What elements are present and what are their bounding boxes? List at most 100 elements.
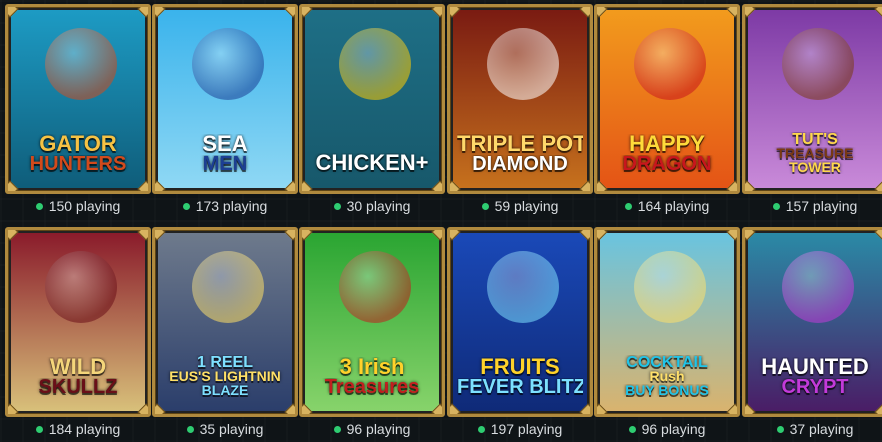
sailor-icon	[192, 28, 264, 100]
online-dot-icon	[477, 426, 485, 433]
game-thumbnail[interactable]: HAPPY DRAGON	[594, 4, 740, 194]
online-dot-icon	[182, 203, 190, 210]
game-tile[interactable]: HAPPY DRAGON 164 playing	[594, 4, 740, 219]
ghost-icon	[782, 251, 854, 323]
online-dot-icon	[333, 426, 341, 433]
zeus-icon	[192, 251, 264, 323]
game-title: GATOR HUNTERS	[15, 134, 141, 174]
game-title-line: 3 Irish	[339, 357, 405, 378]
game-artwork: FRUITS FEVER BLITZ	[453, 233, 587, 411]
game-tile[interactable]: WILD SKULLZ 184 playing	[5, 227, 151, 442]
game-artwork: COCKTAIL Rush BUY BONUS	[600, 233, 734, 411]
game-title: CHICKEN+	[309, 153, 435, 174]
game-title-line: EUS'S LIGHTNIN	[169, 370, 281, 384]
game-thumbnail[interactable]: 1 REEL EUS'S LIGHTNIN BLAZE	[152, 227, 298, 417]
game-tile[interactable]: HAUNTED CRYPT 37 playing	[742, 227, 882, 442]
game-thumbnail[interactable]: CHICKEN+	[299, 4, 445, 194]
dragon-icon	[487, 28, 559, 100]
game-tile[interactable]: FRUITS FEVER BLITZ 197 playing	[447, 227, 593, 442]
game-title-line: SEA	[202, 134, 248, 155]
game-artwork: 3 Irish Treasures	[305, 233, 439, 411]
game-title-line: DIAMOND	[472, 155, 568, 174]
game-tile[interactable]: TRIPLE POT DIAMOND 59 playing	[447, 4, 593, 219]
online-dot-icon	[35, 203, 43, 210]
game-artwork: CHICKEN+	[305, 10, 439, 188]
game-title-line: TUT'S	[792, 132, 838, 148]
game-thumbnail[interactable]: COCKTAIL Rush BUY BONUS	[594, 227, 740, 417]
players-count-label: 184 playing	[48, 421, 121, 437]
game-title-line: DRAGON	[622, 155, 712, 174]
players-count: 37 playing	[742, 419, 882, 439]
players-count: 59 playing	[447, 196, 593, 216]
game-title: HAPPY DRAGON	[604, 134, 730, 174]
game-thumbnail[interactable]: HAUNTED CRYPT	[742, 227, 882, 417]
game-artwork: WILD SKULLZ	[11, 233, 145, 411]
players-count: 197 playing	[447, 419, 593, 439]
players-count: 35 playing	[152, 419, 298, 439]
cocktail-icon	[634, 251, 706, 323]
game-tile[interactable]: 1 REEL EUS'S LIGHTNIN BLAZE 35 playing	[152, 227, 298, 442]
game-title-line: COCKTAIL	[626, 355, 708, 371]
game-title: FRUITS FEVER BLITZ	[457, 357, 583, 397]
game-title-line: BUY BONUS	[625, 383, 709, 397]
game-thumbnail[interactable]: WILD SKULLZ	[5, 227, 151, 417]
online-dot-icon	[776, 426, 784, 433]
game-thumbnail[interactable]: SEA MEN	[152, 4, 298, 194]
players-count-label: 30 playing	[346, 198, 411, 214]
game-title-line: MEN	[202, 155, 248, 174]
online-dot-icon	[628, 426, 636, 433]
game-title: SEA MEN	[162, 134, 288, 174]
game-title-line: 1 REEL	[196, 355, 253, 371]
game-title-line: FEVER BLITZ	[457, 378, 583, 397]
players-count-label: 150 playing	[48, 198, 121, 214]
game-thumbnail[interactable]: 3 Irish Treasures	[299, 227, 445, 417]
game-tile[interactable]: GATOR HUNTERS 150 playing	[5, 4, 151, 219]
game-tile[interactable]: SEA MEN 173 playing	[152, 4, 298, 219]
alligator-icon	[45, 28, 117, 100]
online-dot-icon	[624, 203, 632, 210]
game-tile[interactable]: 3 Irish Treasures 96 playing	[299, 227, 445, 442]
game-title: 3 Irish Treasures	[309, 357, 435, 397]
players-count-label: 96 playing	[346, 421, 411, 437]
game-thumbnail[interactable]: TRIPLE POT DIAMOND	[447, 4, 593, 194]
game-title-line: HAPPY	[629, 134, 705, 155]
fruit-icon	[487, 251, 559, 323]
chicken-icon	[339, 28, 411, 100]
game-artwork: 1 REEL EUS'S LIGHTNIN BLAZE	[158, 233, 292, 411]
game-artwork: TRIPLE POT DIAMOND	[453, 10, 587, 188]
game-tile[interactable]: CHICKEN+ 30 playing	[299, 4, 445, 219]
game-tile[interactable]: TUT'S TREASURE TOWER 157 playing	[742, 4, 882, 219]
pot-of-gold-icon	[339, 251, 411, 323]
game-tile[interactable]: COCKTAIL Rush BUY BONUS 96 playing	[594, 227, 740, 442]
game-title: WILD SKULLZ	[15, 357, 141, 397]
online-dot-icon	[772, 203, 780, 210]
players-count-label: 173 playing	[195, 198, 268, 214]
game-artwork: GATOR HUNTERS	[11, 10, 145, 188]
game-title-line: SKULLZ	[38, 378, 118, 397]
players-count: 164 playing	[594, 196, 740, 216]
game-thumbnail[interactable]: TUT'S TREASURE TOWER	[742, 4, 882, 194]
players-count: 184 playing	[5, 419, 151, 439]
game-thumbnail[interactable]: GATOR HUNTERS	[5, 4, 151, 194]
game-title-line: Rush	[649, 370, 685, 384]
game-title: 1 REEL EUS'S LIGHTNIN BLAZE	[162, 355, 288, 397]
players-count-label: 59 playing	[494, 198, 559, 214]
game-title: HAUNTED CRYPT	[752, 357, 878, 397]
players-count-label: 35 playing	[199, 421, 264, 437]
game-artwork: HAPPY DRAGON	[600, 10, 734, 188]
players-count: 150 playing	[5, 196, 151, 216]
game-title-line: Treasures	[324, 378, 420, 397]
players-count-label: 157 playing	[785, 198, 858, 214]
skull-icon	[45, 251, 117, 323]
players-count: 96 playing	[594, 419, 740, 439]
players-count: 96 playing	[299, 419, 445, 439]
game-title-line: HUNTERS	[29, 155, 127, 174]
game-artwork: HAUNTED CRYPT	[748, 233, 882, 411]
players-count-label: 164 playing	[637, 198, 710, 214]
online-dot-icon	[481, 203, 489, 210]
game-thumbnail[interactable]: FRUITS FEVER BLITZ	[447, 227, 593, 417]
online-dot-icon	[186, 426, 194, 433]
game-title-line: CHICKEN+	[315, 153, 429, 174]
players-count: 30 playing	[299, 196, 445, 216]
players-count-label: 96 playing	[641, 421, 706, 437]
